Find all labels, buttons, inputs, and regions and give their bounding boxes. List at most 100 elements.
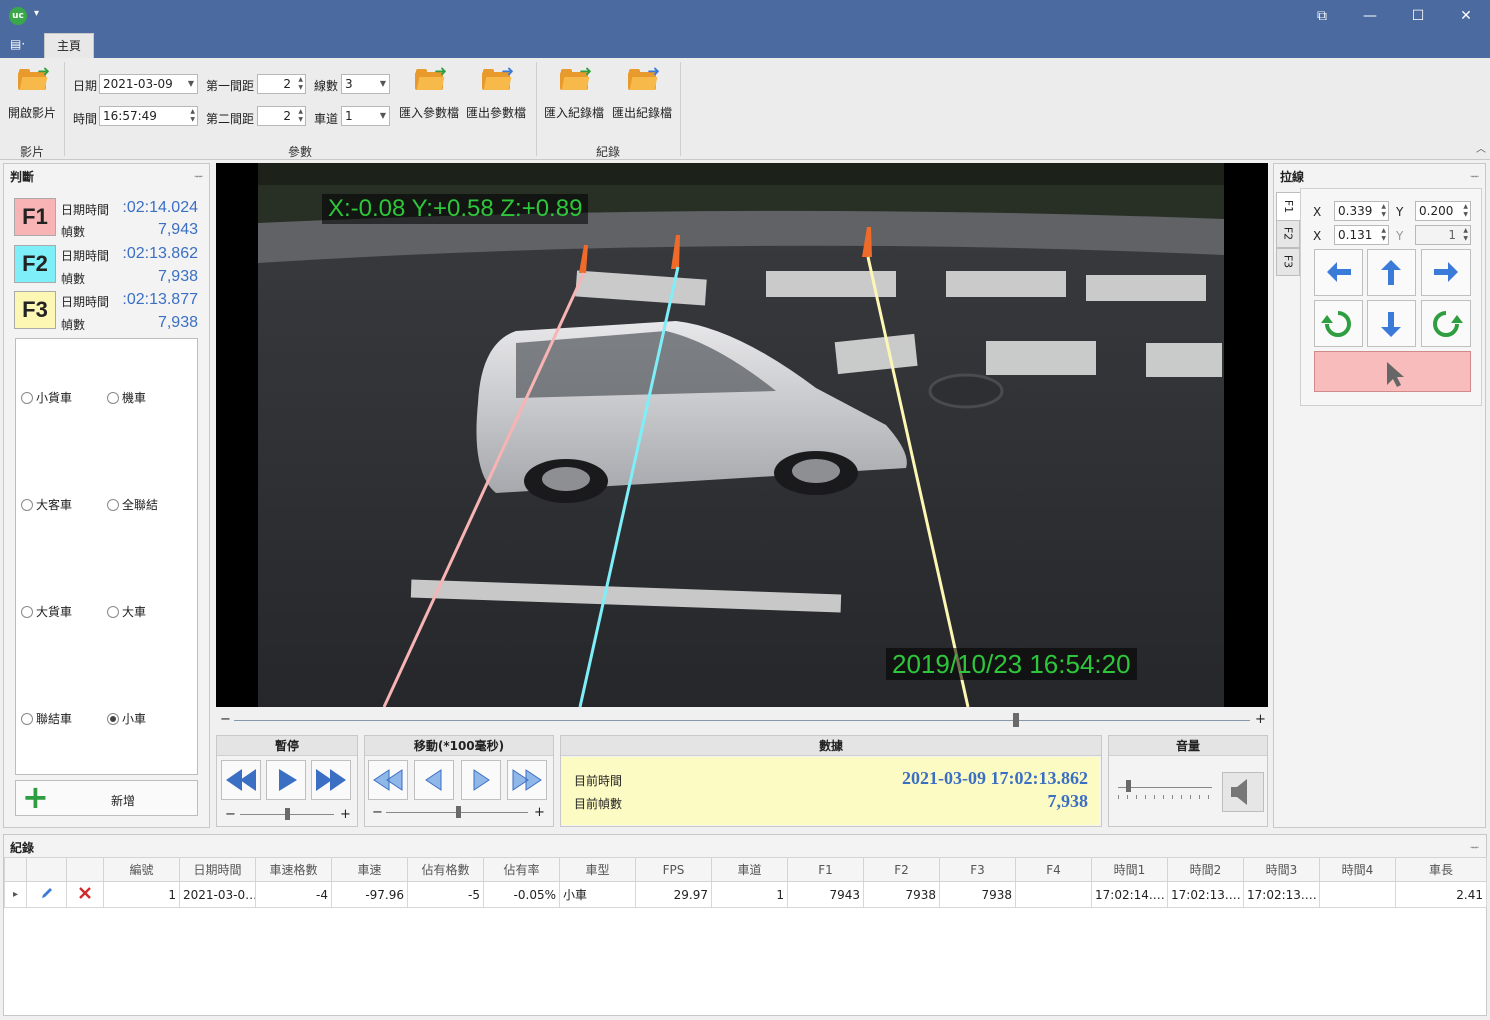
close-icon[interactable]: ✕ xyxy=(1456,6,1476,26)
delete-row-button[interactable] xyxy=(66,881,104,908)
f1-badge[interactable]: F1 xyxy=(14,198,56,236)
cell-f4 xyxy=(1015,881,1092,908)
column-header[interactable]: 時間1 xyxy=(1091,857,1168,882)
seek-track[interactable] xyxy=(234,720,1250,721)
gap2-stepper[interactable]: 2 ▲ ▼ xyxy=(257,106,306,126)
radio-large-vehicle[interactable]: 大車 xyxy=(107,603,146,620)
radio-large-truck[interactable]: 大貨車 xyxy=(21,603,72,620)
x1-stepper[interactable]: 0.339 ▲ ▼ xyxy=(1334,201,1389,221)
lines-select[interactable]: 3 ▼ xyxy=(341,74,390,94)
select-line-button[interactable] xyxy=(1314,351,1471,392)
row-expander-icon[interactable]: ▸ xyxy=(4,881,27,908)
x2-stepper[interactable]: 0.131 ▲ ▼ xyxy=(1334,225,1389,245)
step-plus-icon[interactable]: + xyxy=(534,805,545,820)
f2-badge[interactable]: F2 xyxy=(14,245,56,283)
step-forward-button[interactable] xyxy=(461,760,501,800)
play-button[interactable] xyxy=(266,760,306,800)
column-header[interactable]: FPS xyxy=(635,857,712,882)
tab-home[interactable]: 主頁 xyxy=(44,33,94,59)
column-header[interactable]: F1 xyxy=(787,857,864,882)
step-minus-icon[interactable]: − xyxy=(372,805,383,820)
y2-value: 1 xyxy=(1448,228,1456,242)
collapse-ribbon-icon[interactable]: ︿ xyxy=(1476,140,1486,155)
column-header[interactable]: 時間4 xyxy=(1319,857,1396,882)
column-header[interactable]: 佔有率 xyxy=(483,857,560,882)
radio-label: 大客車 xyxy=(36,498,73,512)
import-param-button[interactable]: ➜ 匯入參數檔 xyxy=(396,62,462,121)
step-back-fast-button[interactable] xyxy=(368,760,408,800)
pin-icon[interactable]: ᅲ xyxy=(1470,168,1479,183)
time-stepper[interactable]: 16:57:49 ▲ ▼ xyxy=(99,106,198,126)
step-back-button[interactable] xyxy=(414,760,454,800)
column-header[interactable]: 佔有格數 xyxy=(407,857,484,882)
fast-forward-button[interactable] xyxy=(311,760,351,800)
seek-minus-icon[interactable]: − xyxy=(220,712,231,727)
y2-stepper[interactable]: 1 ▲ ▼ xyxy=(1415,225,1471,245)
move-up-button[interactable] xyxy=(1367,249,1416,296)
radio-dot xyxy=(107,499,119,511)
column-header[interactable]: F2 xyxy=(863,857,940,882)
rotate-ccw-button[interactable] xyxy=(1314,300,1363,347)
column-header[interactable]: 車速 xyxy=(331,857,408,882)
open-video-button[interactable]: ➜ 開啟影片 xyxy=(4,62,60,121)
speed-plus-icon[interactable]: + xyxy=(340,807,351,822)
column-header[interactable]: 編號 xyxy=(103,857,180,882)
step-forward-fast-button[interactable] xyxy=(507,760,547,800)
pin-icon[interactable]: ᅲ xyxy=(1470,839,1479,854)
column-header[interactable]: 車道 xyxy=(711,857,788,882)
column-header[interactable]: F3 xyxy=(939,857,1016,882)
add-record-button[interactable]: + 新增 xyxy=(15,778,198,816)
column-header[interactable]: 日期時間 xyxy=(179,857,256,882)
column-header[interactable]: 時間3 xyxy=(1243,857,1320,882)
move-right-button[interactable] xyxy=(1421,249,1471,296)
lane-select[interactable]: 1 ▼ xyxy=(341,106,390,126)
rewind-button[interactable] xyxy=(221,760,261,800)
mute-button[interactable] xyxy=(1222,772,1264,812)
minimize-icon[interactable]: — xyxy=(1360,6,1380,26)
pin-icon[interactable]: ᅲ xyxy=(194,168,203,183)
column-header[interactable]: 車速格數 xyxy=(255,857,332,882)
y1-stepper[interactable]: 0.200 ▲ ▼ xyxy=(1415,201,1471,221)
table-row[interactable]: ▸ 1 2021-03-0… -4 -97.96 -5 -0.05% 小車 29… xyxy=(4,881,1487,908)
f3-badge[interactable]: F3 xyxy=(14,291,56,329)
radio-full-trailer[interactable]: 全聯結 xyxy=(107,496,158,513)
maximize-icon[interactable]: ☐ xyxy=(1408,6,1428,26)
column-header[interactable]: 時間2 xyxy=(1167,857,1244,882)
radio-motorcycle[interactable]: 機車 xyxy=(107,389,146,406)
video-frame[interactable]: X:-0.08 Y:+0.58 Z:+0.89 2019/10/23 16:54… xyxy=(216,163,1268,707)
volume-thumb[interactable] xyxy=(1126,780,1131,792)
export-record-button[interactable]: ➜ 匯出紀錄檔 xyxy=(609,62,675,121)
gap1-stepper[interactable]: 2 ▲ ▼ xyxy=(257,74,306,94)
radio-small-truck[interactable]: 小貨車 xyxy=(21,389,72,406)
radio-label: 全聯結 xyxy=(122,498,159,512)
date-picker[interactable]: 2021-03-09 ▼ xyxy=(99,74,198,94)
column-header[interactable]: 車型 xyxy=(559,857,636,882)
tab-f2[interactable]: F2 xyxy=(1276,220,1300,248)
radio-car[interactable]: 小車 xyxy=(107,710,146,727)
column-header[interactable]: F4 xyxy=(1015,857,1092,882)
import-record-button[interactable]: ➜ 匯入紀錄檔 xyxy=(541,62,607,121)
speed-minus-icon[interactable]: − xyxy=(225,807,236,822)
seek-thumb[interactable] xyxy=(1013,713,1019,727)
step-thumb[interactable] xyxy=(456,806,461,818)
move-down-button[interactable] xyxy=(1367,300,1416,347)
rotate-cw-button[interactable] xyxy=(1421,300,1471,347)
pencil-icon xyxy=(41,888,52,898)
export-param-button[interactable]: ➜ 匯出參數檔 xyxy=(463,62,529,121)
edit-row-button[interactable] xyxy=(26,881,67,908)
restore-layout-icon[interactable]: ⧉ xyxy=(1312,6,1332,26)
f1-datetime-label: 日期時間 xyxy=(61,203,110,217)
column-header[interactable]: 車長 xyxy=(1395,857,1487,882)
quick-access-dropdown-icon[interactable]: ▾ xyxy=(34,8,39,19)
volume-track[interactable] xyxy=(1118,787,1212,788)
radio-bus[interactable]: 大客車 xyxy=(21,496,72,513)
file-menu-icon[interactable]: ▤· xyxy=(10,37,25,51)
tab-f3[interactable]: F3 xyxy=(1276,248,1300,276)
radio-trailer[interactable]: 聯結車 xyxy=(21,710,72,727)
export-folder-icon: ➜ xyxy=(482,62,514,90)
speed-thumb[interactable] xyxy=(285,808,290,820)
seek-plus-icon[interactable]: + xyxy=(1255,712,1266,727)
column-header xyxy=(66,857,104,882)
move-left-button[interactable] xyxy=(1314,249,1363,296)
tab-f1[interactable]: F1 xyxy=(1276,192,1300,222)
